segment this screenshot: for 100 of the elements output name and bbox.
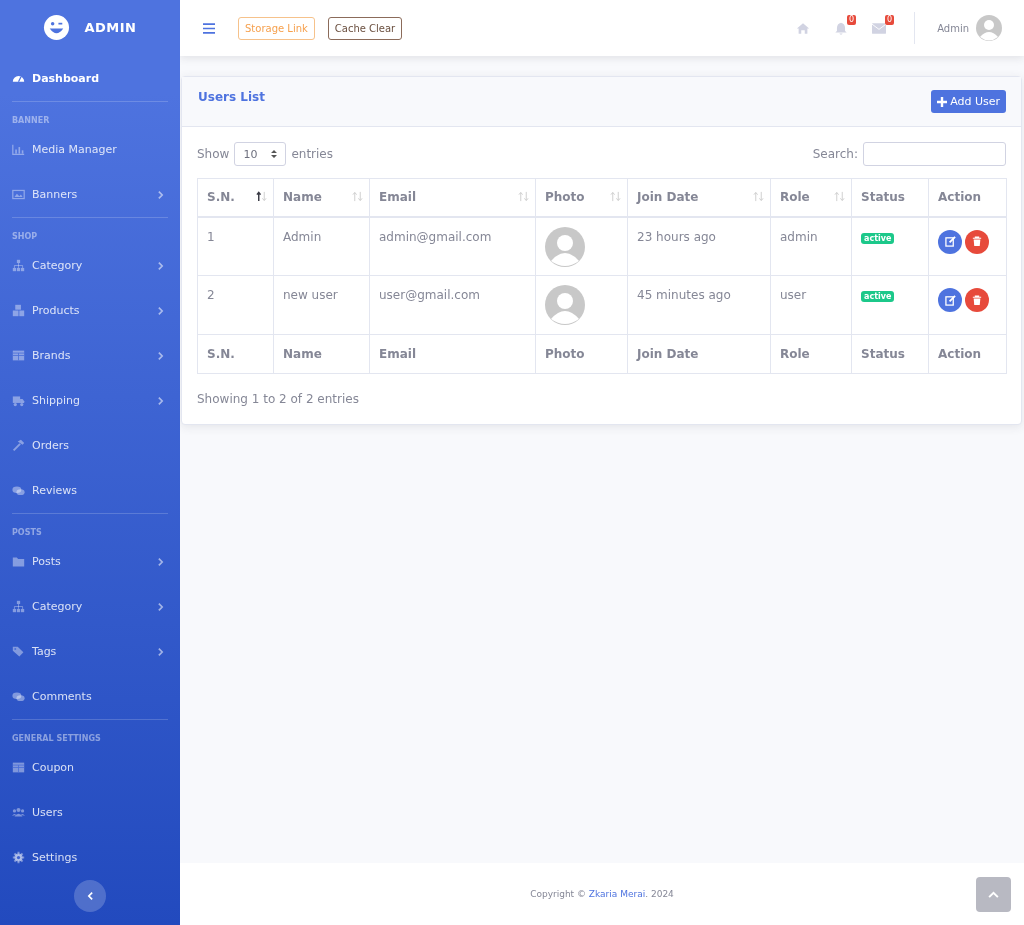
sidebar-heading: POSTS (12, 527, 43, 539)
column-footer: Email (369, 334, 536, 374)
sort-icon (256, 191, 267, 202)
column-header[interactable]: S.N. (197, 178, 274, 217)
message-count-badge: 0 (885, 14, 895, 25)
sidebar-item[interactable]: Category (12, 243, 168, 288)
copyright-text: Copyright © Zkaria Merai. 2024 (530, 889, 674, 899)
user-avatar-icon (545, 226, 585, 267)
sidebar-item[interactable]: Brands (12, 333, 168, 378)
image-icon (12, 188, 25, 201)
sitemap-icon (12, 259, 25, 272)
sidebar-item[interactable]: Reviews (12, 468, 168, 513)
sidebar-item[interactable]: Posts (12, 539, 168, 584)
cubes-icon (12, 304, 25, 317)
plus-icon (937, 96, 948, 107)
chevron-up-icon (988, 891, 999, 898)
entries-label: entries (291, 147, 333, 161)
sidebar-item[interactable]: Users (12, 790, 168, 835)
sidebar-item[interactable]: Tags (12, 629, 168, 674)
chevron-right-icon (157, 646, 164, 657)
laughing-face-icon[interactable] (43, 14, 71, 41)
table-info: Showing 1 to 2 of 2 entries (197, 392, 360, 406)
column-header[interactable]: Role (770, 178, 852, 217)
sidebar-item[interactable]: Settings (12, 835, 168, 880)
column-footer: Status (851, 334, 929, 374)
chart-icon (12, 143, 25, 156)
user-name[interactable]: Admin (937, 22, 969, 34)
column-header[interactable]: Name (273, 178, 370, 217)
sidebar-toggle-button[interactable] (74, 880, 106, 912)
column-header: Status (851, 178, 929, 217)
column-footer: Join Date (627, 334, 771, 374)
column-header[interactable]: Photo (535, 178, 628, 217)
table-cell: 23 hours ago (627, 216, 771, 276)
status-badge: active (861, 291, 895, 302)
column-footer: Photo (535, 334, 628, 374)
edit-icon (944, 236, 956, 247)
search-field[interactable] (863, 142, 1006, 166)
chevron-right-icon (157, 260, 164, 271)
sidebar-item[interactable]: Media Manager (12, 127, 168, 172)
brand-name[interactable]: ADMIN (84, 20, 137, 35)
trash-icon (972, 236, 982, 247)
sidebar-item[interactable]: Shipping (12, 378, 168, 423)
bell-icon[interactable] (834, 21, 849, 35)
table-icon (12, 761, 25, 774)
sidebar-item[interactable]: Banners (12, 172, 168, 217)
alert-count-badge: 0 (847, 14, 857, 25)
sort-icon (518, 191, 529, 202)
comments-icon (12, 484, 25, 497)
table-cell: user@gmail.com (369, 275, 536, 335)
sidebar-heading: BANNER (12, 115, 51, 127)
table-cell: 2 (197, 275, 274, 335)
trash-icon (972, 294, 982, 306)
table-cell: admin (770, 216, 852, 276)
column-footer: Action (928, 334, 1007, 374)
chevron-right-icon (157, 189, 164, 200)
column-header[interactable]: Join Date (627, 178, 771, 217)
edit-button[interactable] (938, 288, 962, 312)
envelope-icon[interactable] (872, 21, 887, 35)
column-footer: Name (273, 334, 370, 374)
delete-button[interactable] (965, 229, 989, 254)
users-icon (12, 806, 25, 819)
comments-icon (12, 690, 25, 703)
chevron-right-icon (157, 350, 164, 361)
sidebar-item[interactable]: Products (12, 288, 168, 333)
sidebar-item[interactable]: Dashboard (12, 55, 168, 101)
table-cell: 1 (197, 216, 274, 276)
sort-icon (753, 191, 764, 202)
edit-button[interactable] (938, 229, 962, 254)
show-label: Show (197, 147, 230, 161)
sidebar-item[interactable]: Comments (12, 674, 168, 719)
search-label: Search: (812, 147, 858, 161)
table-cell: new user (273, 275, 370, 335)
updown-caret-icon (271, 149, 278, 159)
add-user-button[interactable]: Add User (931, 90, 1006, 113)
sitemap-icon (12, 600, 25, 613)
truck-icon (12, 394, 25, 407)
column-header[interactable]: Email (369, 178, 536, 217)
user-avatar-icon (545, 285, 585, 325)
card-title: Users List (198, 90, 265, 104)
table-cell: 45 minutes ago (627, 275, 771, 335)
column-header: Action (928, 178, 1007, 217)
menu-icon[interactable] (203, 22, 215, 34)
table-cell: Admin (273, 216, 370, 276)
tag-icon (12, 645, 25, 658)
sort-icon (610, 191, 621, 202)
sidebar-item[interactable]: Category (12, 584, 168, 629)
chevron-right-icon (157, 395, 164, 406)
chevron-right-icon (157, 601, 164, 612)
sidebar-item[interactable]: Coupon (12, 745, 168, 790)
table-cell: admin@gmail.com (369, 216, 536, 276)
status-badge: active (861, 232, 895, 244)
topbar-button[interactable]: Cache Clear (327, 16, 403, 40)
delete-button[interactable] (965, 288, 989, 312)
sort-icon (352, 191, 363, 202)
edit-icon (944, 294, 956, 306)
hammer-icon (12, 439, 25, 452)
sidebar-item[interactable]: Orders (12, 423, 168, 468)
entries-select[interactable]: 10 (234, 142, 287, 166)
chevron-right-icon (157, 305, 164, 316)
column-footer: Role (770, 334, 852, 374)
